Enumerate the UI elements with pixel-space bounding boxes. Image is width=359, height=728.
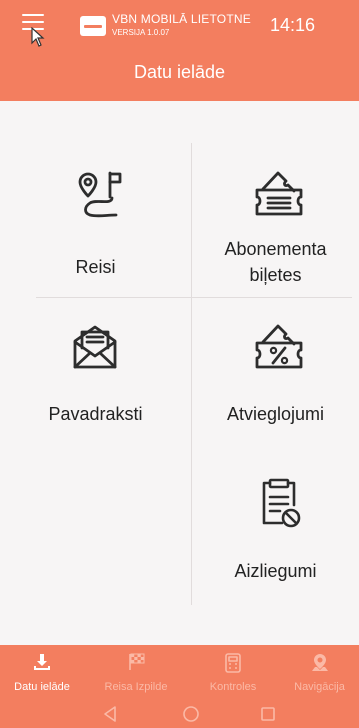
tile-bans-label: Aizliegumi — [234, 561, 317, 581]
nav-controls[interactable]: Kontroles — [188, 645, 278, 700]
app-version: VERSIJA 1.0.07 — [112, 28, 170, 37]
app-logo-icon — [80, 16, 106, 36]
nav-navigation-label: Navigācija — [294, 681, 345, 693]
recents-square-icon[interactable] — [259, 705, 277, 723]
download-grid: Reisi Abonementa biļetes Pavadraksti Atv… — [0, 101, 359, 645]
clipboard-blocked-icon — [262, 478, 301, 528]
page-title: Datu ielāde — [133, 62, 226, 82]
route-icon — [78, 171, 122, 218]
mouse-pointer-icon — [31, 27, 45, 47]
nav-trip-execution-label: Reisa Izpilde — [104, 681, 168, 693]
nav-navigation[interactable]: Navigācija — [280, 645, 359, 700]
tile-subscription-label-line2: biļetes — [249, 265, 302, 285]
tile-subscription-label-line1: Abonementa — [224, 239, 327, 259]
tile-trips-label: Reisi — [75, 257, 116, 277]
tile-trips[interactable]: Reisi — [0, 143, 191, 297]
tile-bans[interactable]: Aizliegumi — [192, 453, 359, 605]
tile-subscription-tickets[interactable]: Abonementa biļetes — [192, 143, 359, 297]
tile-waybills[interactable]: Pavadraksti — [0, 298, 191, 452]
system-navigation-bar — [0, 700, 359, 728]
nav-data-load-label: Datu ielāde — [14, 681, 70, 693]
status-clock: 14:16 — [270, 15, 316, 35]
checkered-flag-icon — [129, 653, 145, 670]
nav-trip-execution[interactable]: Reisa Izpilde — [84, 645, 188, 700]
back-triangle-icon[interactable] — [102, 705, 120, 723]
home-circle-icon[interactable] — [182, 705, 200, 723]
tile-discounts-label: Atvieglojumi — [226, 404, 325, 424]
envelope-letter-icon — [73, 325, 117, 369]
app-name: VBN MOBILĀ LIETOTNE — [112, 12, 251, 26]
bottom-navigation: Datu ielāde Reisa Izpilde Kontroles Navi… — [0, 645, 359, 700]
tickets-icon — [255, 171, 303, 216]
download-icon — [34, 654, 50, 670]
tile-waybills-label: Pavadraksti — [48, 404, 143, 424]
nav-controls-label: Kontroles — [209, 681, 257, 693]
discount-ticket-icon — [255, 324, 303, 369]
tile-discounts[interactable]: Atvieglojumi — [192, 298, 359, 452]
calculator-icon — [225, 653, 241, 673]
app-header: VBN MOBILĀ LIETOTNE VERSIJA 1.0.07 14:16… — [0, 0, 359, 101]
map-pin-icon — [312, 654, 328, 671]
nav-data-load[interactable]: Datu ielāde — [0, 645, 84, 700]
